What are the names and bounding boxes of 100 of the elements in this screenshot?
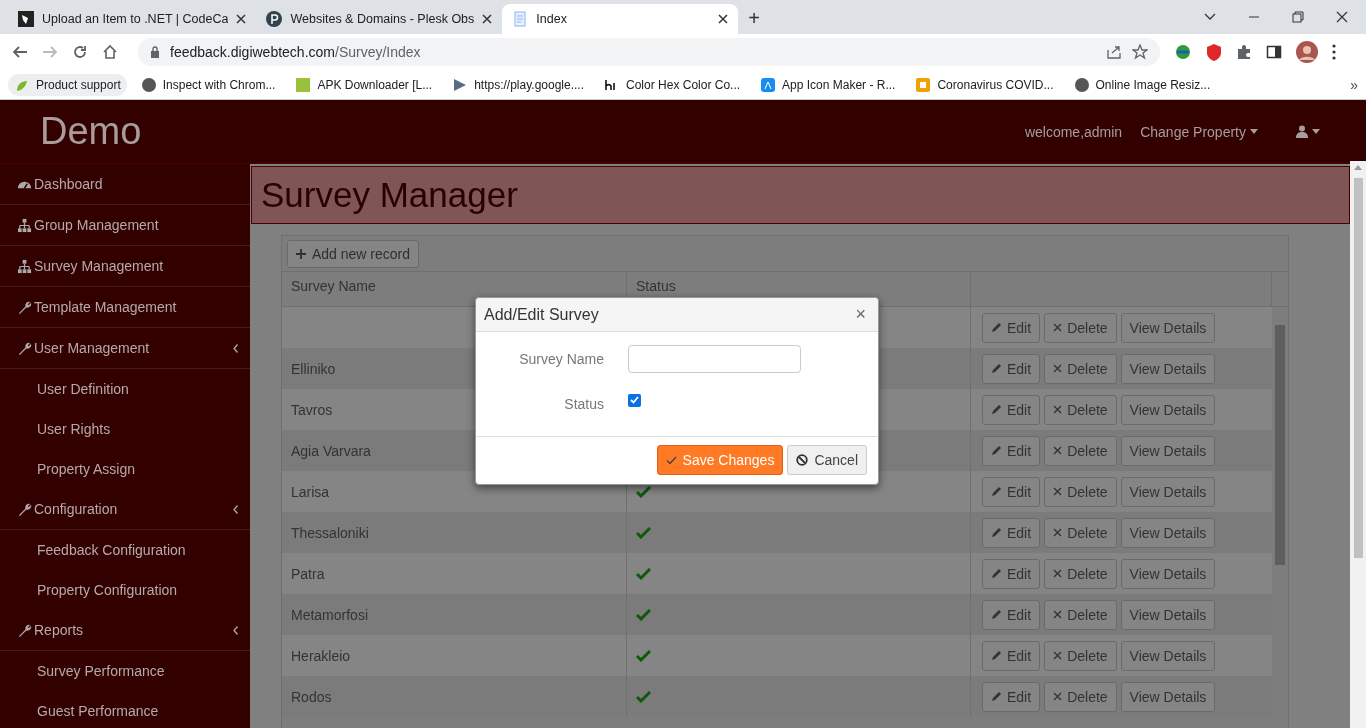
delete-button[interactable]: Delete [1044, 476, 1117, 507]
edit-button[interactable]: Edit [982, 435, 1041, 466]
puzzle-icon[interactable] [1236, 44, 1252, 60]
close-icon[interactable] [1336, 11, 1348, 23]
view-details-button[interactable]: View Details [1120, 394, 1216, 425]
view-details-button[interactable]: View Details [1120, 681, 1216, 712]
edit-button[interactable]: Edit [982, 353, 1041, 384]
delete-button[interactable]: Delete [1044, 353, 1117, 384]
bookmark[interactable]: App Icon Maker - R... [754, 73, 902, 96]
edit-button[interactable]: Edit [982, 599, 1041, 630]
share-icon[interactable] [1106, 44, 1122, 60]
delete-button[interactable]: Delete [1044, 312, 1117, 343]
cross-icon [1053, 569, 1063, 578]
address-bar[interactable]: feedback.digiwebtech.com/Survey/Index [138, 38, 1160, 66]
bookmark[interactable]: Product support [8, 73, 127, 96]
delete-button[interactable]: Delete [1044, 681, 1117, 712]
delete-button[interactable]: Delete [1044, 558, 1117, 589]
sidebar-item[interactable]: Survey Management [0, 246, 250, 287]
survey-name-cell: Thessaloniki [291, 524, 369, 541]
bookmark-icon [760, 76, 777, 93]
sidebar-item[interactable]: Configuration [0, 489, 250, 530]
close-icon[interactable] [236, 14, 247, 24]
user-menu[interactable] [1296, 125, 1320, 138]
sidebar-subitem[interactable]: Property Assign [37, 461, 136, 477]
reload-icon[interactable] [72, 44, 88, 60]
save-button[interactable]: Save Changes [656, 445, 784, 475]
view-details-button[interactable]: View Details [1120, 476, 1216, 507]
star-icon[interactable] [1132, 44, 1148, 60]
change-property-menu[interactable]: Change Property [1140, 123, 1258, 140]
chevron-down-icon[interactable] [1204, 13, 1216, 21]
edit-button[interactable]: Edit [982, 517, 1041, 548]
pencil-icon [991, 322, 1002, 333]
bookmark[interactable]: Coronavirus COVID... [909, 73, 1060, 96]
circle-logo-icon [266, 11, 283, 27]
close-button[interactable]: × [853, 304, 868, 325]
pencil-icon [991, 527, 1002, 538]
bookmark[interactable]: Inspect with Chrom... [134, 73, 282, 96]
side-panel-icon[interactable] [1266, 44, 1282, 60]
chevron-left-icon [233, 504, 238, 514]
edit-button[interactable]: Edit [982, 312, 1041, 343]
sidebar-item[interactable]: Template Management [0, 287, 250, 328]
restore-icon[interactable] [1292, 11, 1304, 23]
view-details-button[interactable]: View Details [1120, 517, 1216, 548]
view-details-button[interactable]: View Details [1120, 558, 1216, 589]
back-icon[interactable] [12, 44, 28, 60]
browser-tab[interactable]: Websites & Domains - Plesk Obs [256, 4, 503, 34]
pencil-icon [991, 609, 1002, 620]
sidebar-item[interactable]: Group Management [0, 205, 250, 246]
more-icon[interactable] [1332, 44, 1336, 60]
bookmark[interactable]: https://play.google.... [446, 73, 591, 96]
sidebar-item[interactable]: Reports [0, 610, 250, 651]
more-bookmarks-button[interactable]: » [1350, 76, 1358, 93]
view-details-button[interactable]: View Details [1120, 435, 1216, 466]
new-tab-button[interactable]: + [738, 7, 770, 30]
delete-button[interactable]: Delete [1044, 517, 1117, 548]
sidebar-subitem[interactable]: Guest Performance [37, 703, 159, 719]
page-icon [512, 11, 529, 27]
status-checkbox[interactable] [628, 393, 641, 407]
survey-name-input[interactable] [628, 345, 801, 373]
sidebar-subitem[interactable]: Survey Performance [37, 663, 165, 679]
delete-button[interactable]: Delete [1044, 640, 1117, 671]
scrollbar-thumb[interactable] [1353, 178, 1363, 558]
wrench-icon [17, 299, 32, 315]
sitemap-icon [17, 217, 32, 233]
avatar-icon[interactable] [1296, 41, 1318, 63]
bookmark-label: Product support [36, 77, 121, 92]
home-icon[interactable] [102, 44, 118, 60]
sidebar-subitem[interactable]: Property Configuration [37, 582, 178, 598]
delete-button[interactable]: Delete [1044, 599, 1117, 630]
shield-icon[interactable] [1206, 43, 1222, 61]
view-details-button[interactable]: View Details [1120, 312, 1216, 343]
bookmark[interactable]: Color Hex Color Co... [598, 73, 747, 96]
pencil-icon [991, 691, 1002, 702]
delete-button[interactable]: Delete [1044, 435, 1117, 466]
view-details-button[interactable]: View Details [1120, 599, 1216, 630]
wrench-icon [17, 340, 32, 356]
cancel-button[interactable]: Cancel [787, 445, 867, 475]
sidebar-subitem[interactable]: User Definition [37, 381, 129, 397]
sidebar-subitem[interactable]: Feedback Configuration [37, 542, 186, 558]
sidebar-item[interactable]: Dashboard [0, 164, 250, 205]
edit-button[interactable]: Edit [982, 640, 1041, 671]
delete-button[interactable]: Delete [1044, 394, 1117, 425]
cross-icon [1053, 323, 1063, 332]
scrollbar-thumb[interactable] [1275, 325, 1285, 565]
edit-button[interactable]: Edit [982, 476, 1041, 507]
browser-tab[interactable]: Index [502, 4, 739, 34]
edit-button[interactable]: Edit [982, 681, 1041, 712]
edit-button[interactable]: Edit [982, 394, 1041, 425]
browser-tab[interactable]: Upload an Item to .NET | CodeCa [8, 4, 257, 34]
add-record-button[interactable]: Add new record [287, 239, 420, 268]
sidebar-item[interactable]: User Management [0, 328, 250, 369]
close-icon[interactable] [482, 14, 493, 24]
edit-button[interactable]: Edit [982, 558, 1041, 589]
pencil-icon [991, 445, 1002, 456]
bookmark[interactable]: Online Image Resiz... [1067, 73, 1217, 96]
close-icon[interactable] [718, 14, 729, 24]
view-details-button[interactable]: View Details [1120, 640, 1216, 671]
bookmark[interactable]: APK Downloader [L... [289, 73, 439, 96]
view-details-button[interactable]: View Details [1120, 353, 1216, 384]
sidebar-subitem[interactable]: User Rights [37, 421, 111, 437]
